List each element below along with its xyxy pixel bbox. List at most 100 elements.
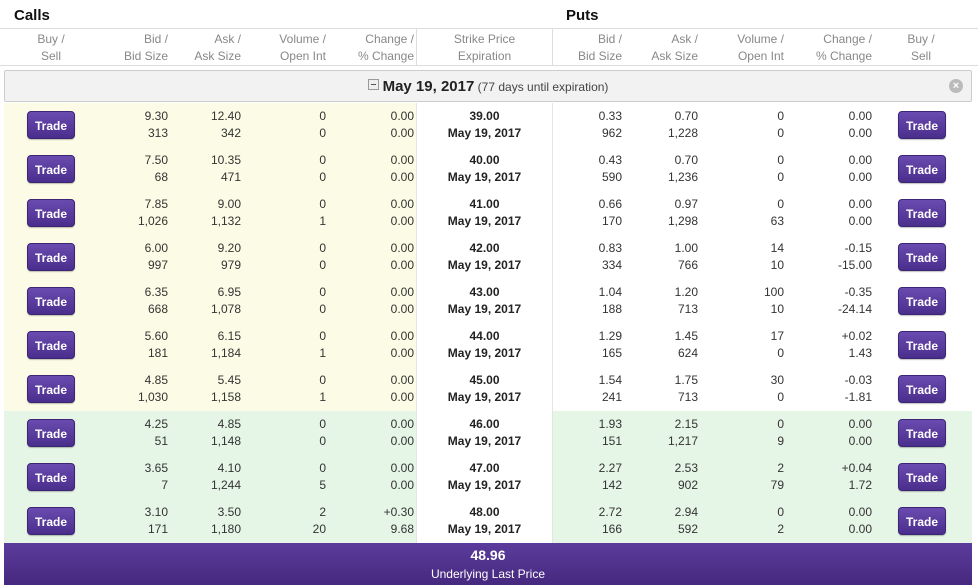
put-pct-change: -15.00 — [837, 258, 872, 272]
put-trade-button[interactable]: Trade — [898, 155, 946, 183]
put-ask: 1.20 — [674, 285, 698, 299]
call-bid-size: 1,026 — [137, 214, 168, 228]
col-call-volume: Volume / Open Int — [279, 32, 326, 63]
table-row: Trade 4.85 1,030 5.45 1,158 0 1 0.00 0.00 1.54 241… — [4, 367, 972, 411]
call-pct-change: 0.00 — [390, 434, 414, 448]
call-change: 0.00 — [390, 197, 414, 211]
underlying-price-bar: 48.96 Underlying Last Price — [4, 543, 972, 585]
put-trade-button[interactable]: Trade — [898, 463, 946, 491]
put-bid-size: 241 — [601, 390, 622, 404]
call-change: 0.00 — [390, 417, 414, 431]
put-bid-size: 334 — [601, 258, 622, 272]
put-change: 0.00 — [848, 109, 872, 123]
call-bid-size: 997 — [147, 258, 168, 272]
call-trade-button[interactable]: Trade — [27, 243, 75, 271]
call-bid: 6.00 — [144, 241, 168, 255]
col-put-change: Change /% Change — [815, 32, 872, 63]
put-volume: 2 — [777, 461, 784, 475]
call-trade-button[interactable]: Trade — [27, 463, 75, 491]
call-volume: 0 — [319, 461, 326, 475]
put-pct-change: 0.00 — [848, 214, 872, 228]
call-change: 0.00 — [390, 285, 414, 299]
call-open-int: 0 — [319, 258, 326, 272]
put-open-int: 10 — [770, 302, 784, 316]
put-bid-size: 151 — [601, 434, 622, 448]
call-trade-button[interactable]: Trade — [27, 375, 75, 403]
call-pct-change: 0.00 — [390, 390, 414, 404]
put-bid-size: 188 — [601, 302, 622, 316]
call-trade-button[interactable]: Trade — [27, 287, 75, 315]
put-change: +0.04 — [841, 461, 872, 475]
call-change: 0.00 — [390, 153, 414, 167]
collapse-icon[interactable] — [367, 79, 379, 90]
strike-expiration: May 19, 2017 — [447, 478, 522, 492]
col-put-volume: Volume / Open Int — [737, 32, 784, 63]
call-bid: 3.65 — [144, 461, 168, 475]
call-pct-change: 0.00 — [390, 346, 414, 360]
call-volume: 0 — [319, 329, 326, 343]
put-open-int: 9 — [777, 434, 784, 448]
call-bid-size: 68 — [154, 170, 168, 184]
call-pct-change: 0.00 — [390, 258, 414, 272]
put-bid: 1.93 — [598, 417, 622, 431]
put-trade-button[interactable]: Trade — [898, 287, 946, 315]
put-pct-change: 0.00 — [848, 170, 872, 184]
strike-expiration: May 19, 2017 — [447, 434, 522, 448]
call-trade-button[interactable]: Trade — [27, 419, 75, 447]
put-ask-size: 902 — [677, 478, 698, 492]
table-row: Trade 6.00 997 9.20 979 0 0 0.00 0.00 0.83 334 1.00… — [4, 235, 972, 279]
put-ask-size: 713 — [677, 390, 698, 404]
expiration-bar[interactable]: May 19, 2017 (77 days until expiration) … — [4, 70, 972, 102]
put-volume: 0 — [777, 417, 784, 431]
put-volume: 0 — [777, 505, 784, 519]
put-open-int: 10 — [770, 258, 784, 272]
call-change: 0.00 — [390, 373, 414, 387]
table-row: Trade 9.30 313 12.40 342 0 0 0.00 0.00 0.33 962 0.7… — [4, 103, 972, 147]
call-trade-button[interactable]: Trade — [27, 155, 75, 183]
strike-price: 44.00 — [469, 329, 500, 343]
table-row: Trade 3.65 7 4.10 1,244 0 5 0.00 0.00 2.27 142 2.53… — [4, 455, 972, 499]
call-ask-size: 1,078 — [210, 302, 241, 316]
put-bid: 1.04 — [598, 285, 622, 299]
call-trade-button[interactable]: Trade — [27, 331, 75, 359]
put-ask: 2.53 — [674, 461, 698, 475]
call-ask: 4.85 — [217, 417, 241, 431]
put-open-int: 79 — [770, 478, 784, 492]
call-volume: 0 — [319, 285, 326, 299]
call-bid: 4.85 — [144, 373, 168, 387]
call-volume: 0 — [319, 373, 326, 387]
call-trade-button[interactable]: Trade — [27, 111, 75, 139]
put-bid: 0.66 — [598, 197, 622, 211]
call-open-int: 0 — [319, 126, 326, 140]
column-headers: Buy / Sell Bid / Bid Size Ask / Ask Size Vo… — [0, 28, 978, 66]
strike-price: 43.00 — [469, 285, 500, 299]
put-trade-button[interactable]: Trade — [898, 111, 946, 139]
col-call-buy-sell: Buy / Sell — [37, 32, 65, 63]
close-icon[interactable]: × — [949, 79, 963, 93]
put-ask-size: 1,217 — [667, 434, 698, 448]
underlying-label: Underlying Last Price — [430, 567, 546, 581]
put-trade-button[interactable]: Trade — [898, 375, 946, 403]
call-trade-button[interactable]: Trade — [27, 199, 75, 227]
put-trade-button[interactable]: Trade — [898, 507, 946, 535]
call-ask: 3.50 — [217, 505, 241, 519]
call-change: 0.00 — [390, 461, 414, 475]
call-bid: 6.35 — [144, 285, 168, 299]
put-change: 0.00 — [848, 153, 872, 167]
call-ask: 5.45 — [217, 373, 241, 387]
call-volume: 0 — [319, 153, 326, 167]
call-change: 0.00 — [390, 109, 414, 123]
put-trade-button[interactable]: Trade — [898, 419, 946, 447]
put-trade-button[interactable]: Trade — [898, 331, 946, 359]
call-volume: 2 — [319, 505, 326, 519]
chain-header: Calls Puts — [0, 0, 978, 28]
call-bid-size: 668 — [147, 302, 168, 316]
put-pct-change: 0.00 — [848, 434, 872, 448]
put-trade-button[interactable]: Trade — [898, 199, 946, 227]
put-trade-button[interactable]: Trade — [898, 243, 946, 271]
strike-price: 46.00 — [469, 417, 500, 431]
put-pct-change: 0.00 — [848, 126, 872, 140]
put-ask-size: 713 — [677, 302, 698, 316]
strike-expiration: May 19, 2017 — [447, 126, 522, 140]
call-trade-button[interactable]: Trade — [27, 507, 75, 535]
